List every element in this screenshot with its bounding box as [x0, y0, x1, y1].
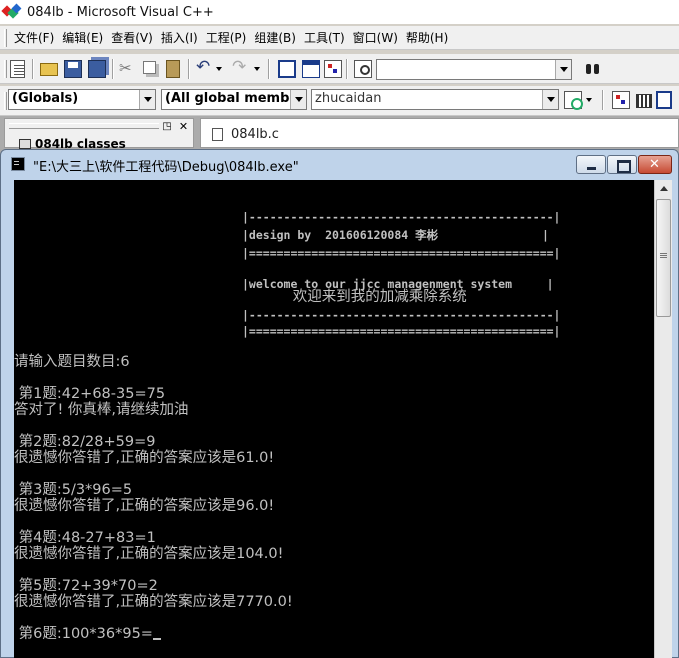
window-list-icon[interactable]	[324, 60, 342, 78]
classes-icon	[19, 139, 31, 149]
chevron-down-icon[interactable]	[290, 90, 306, 109]
menu-project[interactable]: 工程(P)	[202, 29, 251, 46]
minimize-button[interactable]	[576, 155, 606, 174]
wizard-action-icon[interactable]	[564, 91, 583, 110]
console-line: |---------------------------------------…	[242, 210, 561, 224]
chevron-down-icon[interactable]	[542, 90, 558, 109]
ide-title-bar: 084lb - Microsoft Visual C++	[0, 0, 679, 24]
console-line: |=======================================…	[242, 246, 561, 260]
console-line: 答对了! 你真棒,请继续加油	[14, 402, 189, 418]
editor-document-label: 084lb.c	[231, 127, 279, 142]
undo-dropdown-chevron-down-icon[interactable]	[214, 60, 223, 78]
console-line: 第2题:82/28+59=9	[14, 434, 156, 450]
console-line: 第5题:72+39*70=2	[14, 578, 158, 594]
redo-icon[interactable]	[232, 57, 250, 78]
console-line: |=======================================…	[242, 324, 561, 338]
toolbar-separator	[188, 59, 190, 79]
close-button[interactable]	[638, 155, 672, 174]
build-icon[interactable]	[634, 91, 652, 109]
toolbar-separator	[32, 59, 34, 79]
toolbar-separator	[602, 90, 604, 110]
visual-cpp-logo-icon	[1, 3, 22, 20]
menu-tools[interactable]: 工具(T)	[300, 29, 349, 46]
menubar-grip[interactable]	[4, 28, 7, 47]
console-title: "E:\大三上\软件工程代码\Debug\084lb.exe"	[33, 160, 299, 175]
class-scope-value: (Globals)	[12, 91, 79, 106]
menu-help[interactable]: 帮助(H)	[402, 29, 452, 46]
console-output[interactable]: |---------------------------------------…	[14, 180, 654, 658]
scrollbar-thumb[interactable]	[656, 199, 671, 317]
find-in-files-icon[interactable]	[354, 60, 372, 78]
menu-window[interactable]: 窗口(W)	[349, 29, 402, 46]
class-scope-combo[interactable]: (Globals)	[8, 89, 156, 110]
console-title-bar[interactable]: "E:\大三上\软件工程代码\Debug\084lb.exe"	[1, 150, 678, 178]
function-combo[interactable]: zhucaidan	[311, 89, 559, 110]
toolbar-separator	[112, 59, 114, 79]
output-window-icon[interactable]	[302, 60, 320, 78]
console-scrollbar[interactable]	[654, 180, 672, 658]
binoculars-find-icon[interactable]	[584, 60, 602, 78]
copy-icon[interactable]	[143, 61, 156, 74]
console-window: "E:\大三上\软件工程代码\Debug\084lb.exe" |-------…	[0, 149, 679, 658]
members-filter-value: (All global members	[165, 91, 307, 106]
toolbar-separator	[346, 59, 348, 79]
console-line: 很遗憾你答错了,正确的答案应该是61.0!	[14, 450, 275, 466]
close-icon[interactable]: ✕	[177, 121, 190, 133]
toolbar-grip[interactable]	[4, 60, 7, 78]
function-value: zhucaidan	[315, 91, 382, 106]
console-line: 欢迎来到我的加减乘除系统	[242, 289, 527, 305]
console-prompt-line: 第6题:100*36*95=	[14, 626, 161, 642]
undo-icon[interactable]	[196, 57, 214, 78]
console-line: |design by 201606120084 李彬 |	[242, 228, 549, 242]
console-line: 很遗憾你答错了,正确的答案应该是96.0!	[14, 498, 275, 514]
scroll-up-arrow-icon[interactable]	[656, 181, 671, 196]
workspace-window-icon[interactable]	[278, 60, 296, 78]
save-all-icon[interactable]	[88, 60, 106, 78]
menu-view[interactable]: 查看(V)	[107, 29, 157, 46]
cut-icon[interactable]	[118, 59, 136, 78]
console-line: 第6题:100*36*95=	[14, 626, 153, 642]
chevron-down-icon[interactable]	[555, 60, 571, 79]
console-line: 很遗憾你答错了,正确的答案应该是7770.0!	[14, 594, 293, 610]
menu-build[interactable]: 组建(B)	[250, 29, 300, 46]
menu-file[interactable]: 文件(F)	[10, 29, 58, 46]
menu-insert[interactable]: 插入(I)	[157, 29, 202, 46]
new-text-file-icon[interactable]	[10, 60, 25, 78]
pin-icon[interactable]: ◳	[161, 121, 173, 133]
ide-window-title: 084lb - Microsoft Visual C++	[27, 4, 214, 20]
pane-grip[interactable]	[9, 123, 159, 129]
standard-toolbar	[0, 54, 679, 84]
source-file-icon	[212, 128, 223, 141]
console-line: 第1题:42+68-35=75	[14, 386, 166, 402]
toolbar-separator	[268, 59, 270, 79]
menu-bar: 文件(F) 编辑(E) 查看(V) 插入(I) 工程(P) 组建(B) 工具(T…	[0, 26, 679, 50]
redo-dropdown-chevron-down-icon[interactable]	[252, 60, 261, 78]
console-line: 很遗憾你答错了,正确的答案应该是104.0!	[14, 546, 284, 562]
chevron-down-icon[interactable]	[139, 90, 155, 109]
wizard-action-chevron-down-icon[interactable]	[584, 91, 593, 109]
console-line: 第3题:5/3*96=5	[14, 482, 133, 498]
compile-icon[interactable]	[612, 91, 630, 109]
console-app-icon[interactable]	[11, 157, 25, 171]
console-line: 第4题:48-27+83=1	[14, 530, 156, 546]
menu-edit[interactable]: 编辑(E)	[58, 29, 107, 46]
text-cursor	[152, 638, 161, 640]
maximize-button[interactable]	[607, 155, 637, 174]
workspace-pane: ◳ ✕ 084lb classes	[4, 118, 194, 151]
build-stop-icon[interactable]	[656, 91, 672, 109]
console-line: |---------------------------------------…	[242, 308, 561, 322]
toolbar-grip[interactable]	[4, 92, 7, 110]
console-line: 请输入题目数目:6	[14, 354, 130, 370]
wizard-bar: (Globals) (All global members zhucaidan	[0, 86, 679, 116]
find-combo[interactable]	[376, 59, 572, 80]
paste-icon[interactable]	[166, 60, 180, 78]
editor-document-tab[interactable]: 084lb.c	[200, 118, 679, 148]
members-filter-combo[interactable]: (All global members	[161, 89, 307, 110]
save-icon[interactable]	[64, 60, 82, 78]
open-folder-icon[interactable]	[40, 63, 58, 76]
